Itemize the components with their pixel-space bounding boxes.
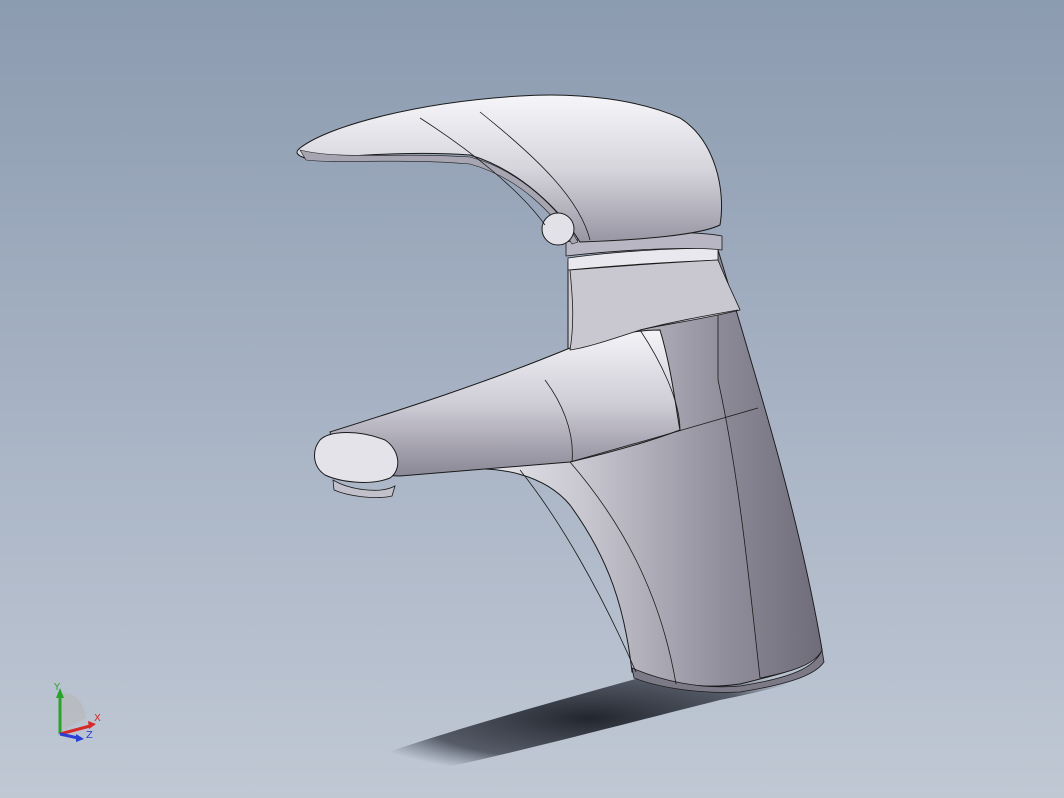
faucet-model[interactable] (0, 0, 1064, 798)
spout-tip (314, 432, 399, 483)
y-axis-label: Y (53, 682, 61, 693)
graphics-viewport[interactable]: Y X Z (0, 0, 1064, 798)
z-axis-line (59, 732, 79, 740)
z-axis-label: Z (86, 730, 93, 741)
x-axis-label: X (94, 713, 101, 724)
temperature-indicator-knob (541, 212, 575, 246)
z-axis-arrow (76, 734, 84, 742)
lever-handle[interactable] (296, 94, 723, 243)
triad-plane (60, 693, 86, 732)
coordinate-triad: Y X Z (53, 682, 101, 742)
